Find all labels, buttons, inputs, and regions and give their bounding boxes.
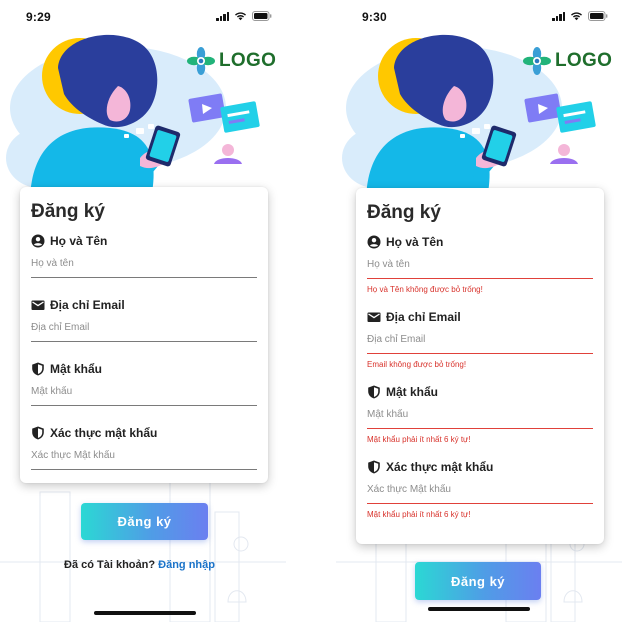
screenshot-canvas: 9:29 LOGO Đăng ký Họ và Tên Họ và tên Đị…	[0, 0, 622, 622]
error-message: Mật khẩu phải ít nhất 6 ký tự!	[367, 510, 471, 519]
register-screen-errors: 9:30 LOGO Đăng ký Họ và Tên Họ và tên Họ…	[336, 0, 622, 622]
shield-icon	[368, 460, 380, 474]
email-field: Địa chỉ Email	[31, 297, 257, 342]
logo-text: LOGO	[219, 50, 277, 71]
city-background-illustration	[0, 481, 286, 622]
field-underline-error	[367, 503, 593, 504]
logo-text: LOGO	[555, 50, 613, 71]
wifi-icon	[234, 11, 247, 21]
field-label: Xác thực mật khẩu	[31, 425, 257, 441]
password-field: Mật khẩu Mật khẩu phải ít nhất 6 ký tự!	[367, 384, 593, 445]
field-label-text: Địa chỉ Email	[50, 298, 125, 312]
person-circle-icon	[367, 235, 381, 249]
shield-icon	[32, 426, 44, 440]
confirm-password-input[interactable]	[367, 475, 593, 503]
full-name-field: Họ và Tên	[31, 233, 257, 278]
field-label-text: Mật khẩu	[50, 362, 103, 376]
field-label: Mật khẩu	[367, 384, 593, 400]
email-input[interactable]	[31, 313, 257, 341]
field-underline	[31, 469, 257, 470]
shield-icon	[368, 385, 380, 399]
cellular-signal-icon	[552, 11, 565, 21]
email-field: Địa chỉ Email Email không được bỏ trống!	[367, 309, 593, 370]
confirm-password-field: Xác thực mật khẩu	[31, 425, 257, 470]
register-card: Đăng ký Họ và Tên Địa chỉ Email	[20, 187, 268, 483]
error-message: Họ và Tên không được bỏ trống!	[367, 285, 483, 294]
status-icons	[552, 11, 608, 21]
mail-icon	[367, 312, 381, 322]
password-field: Mật khẩu	[31, 361, 257, 406]
full-name-input[interactable]	[367, 250, 593, 278]
email-input[interactable]	[367, 325, 593, 353]
register-button[interactable]: Đăng ký	[81, 503, 208, 540]
field-underline-error	[367, 428, 593, 429]
home-indicator[interactable]	[94, 611, 196, 615]
confirm-password-input[interactable]	[31, 441, 257, 469]
signin-prompt: Đã có Tài khoản? Đăng nhập	[64, 559, 215, 571]
confirm-password-field: Xác thực mật khẩu Mật khẩu phải ít nhất …	[367, 459, 593, 520]
field-label-text: Xác thực mật khẩu	[50, 426, 158, 440]
password-input[interactable]	[31, 377, 257, 405]
error-message: Mật khẩu phải ít nhất 6 ký tự!	[367, 435, 471, 444]
field-label-text: Mật khẩu	[386, 385, 439, 399]
mail-icon	[31, 300, 45, 310]
field-label: Xác thực mật khẩu	[367, 459, 593, 475]
field-label: Họ và Tên	[367, 234, 593, 250]
brand-logo: LOGO	[522, 46, 612, 76]
field-label-text: Họ và Tên	[386, 235, 444, 249]
full-name-input[interactable]	[31, 249, 257, 277]
field-label: Địa chỉ Email	[31, 297, 257, 313]
status-time: 9:29	[26, 10, 51, 24]
field-label-text: Xác thực mật khẩu	[386, 460, 494, 474]
field-label-text: Địa chỉ Email	[386, 310, 461, 324]
error-message: Email không được bỏ trống!	[367, 360, 467, 369]
field-underline	[31, 405, 257, 406]
home-indicator[interactable]	[428, 607, 530, 611]
field-underline-error	[367, 278, 593, 279]
full-name-field: Họ và Tên Họ và Tên không được bỏ trống!	[367, 234, 593, 295]
field-label: Địa chỉ Email	[367, 309, 593, 325]
status-icons	[216, 11, 272, 21]
password-input[interactable]	[367, 400, 593, 428]
field-underline-error	[367, 353, 593, 354]
field-label: Mật khẩu	[31, 361, 257, 377]
register-card: Đăng ký Họ và Tên Họ và Tên không được b…	[356, 188, 604, 544]
shield-icon	[32, 362, 44, 376]
card-title: Đăng ký	[367, 202, 441, 223]
field-underline	[31, 341, 257, 342]
field-label: Họ và Tên	[31, 233, 257, 249]
cellular-signal-icon	[216, 11, 229, 21]
signin-prompt-text: Đã có Tài khoản?	[64, 559, 156, 571]
wifi-icon	[570, 11, 583, 21]
battery-icon	[588, 11, 608, 21]
battery-icon	[252, 11, 272, 21]
logo-mark-icon	[523, 47, 551, 75]
field-label-text: Họ và Tên	[50, 234, 108, 248]
register-screen-empty: 9:29 LOGO Đăng ký Họ và Tên Họ và tên Đị…	[0, 0, 286, 622]
field-underline	[31, 277, 257, 278]
status-time: 9:30	[362, 10, 387, 24]
brand-logo: LOGO	[186, 46, 276, 76]
register-button[interactable]: Đăng ký	[415, 562, 541, 600]
person-circle-icon	[31, 234, 45, 248]
logo-mark-icon	[187, 47, 215, 75]
signin-link[interactable]: Đăng nhập	[158, 559, 215, 571]
card-title: Đăng ký	[31, 201, 105, 222]
